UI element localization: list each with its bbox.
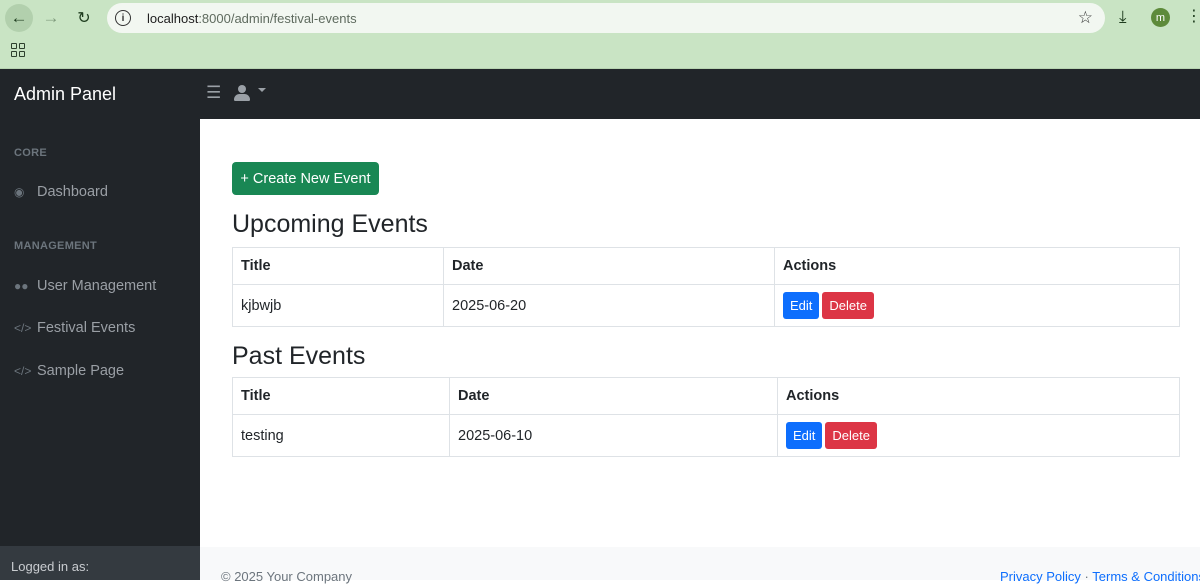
sidebar-item-label: Dashboard: [37, 184, 108, 200]
brand-title[interactable]: Admin Panel: [14, 84, 116, 105]
event-actions-cell: Edit Delete: [774, 284, 1180, 327]
address-bar[interactable]: i localhost:8000/admin/festival-events ☆: [107, 3, 1105, 33]
user-dropdown-caret-icon[interactable]: [258, 88, 266, 92]
sidebar-item-dashboard[interactable]: ◉ Dashboard: [14, 181, 108, 203]
sidebar-item-festival-events[interactable]: </> Festival Events: [14, 317, 135, 339]
table-header-row: Title Date Actions: [232, 377, 1180, 415]
dashboard-icon: ◉: [14, 185, 25, 199]
code-icon: </>: [14, 364, 32, 378]
privacy-policy-link[interactable]: Privacy Policy: [1000, 569, 1081, 584]
sidebar-heading-management: MANAGEMENT: [14, 240, 98, 252]
reload-icon[interactable]: ↻: [70, 4, 98, 32]
sidebar: CORE ◉ Dashboard MANAGEMENT ●● User Mana…: [0, 119, 200, 580]
terms-link[interactable]: Terms & Conditions: [1092, 569, 1200, 584]
edit-button[interactable]: Edit: [786, 422, 823, 449]
upcoming-events-title: Upcoming Events: [232, 210, 428, 238]
page-footer: © 2025 Your Company Privacy Policy · Ter…: [200, 547, 1200, 584]
bookmarks-bar: [0, 35, 1200, 69]
users-icon: ●●: [14, 279, 29, 293]
top-navbar: Admin Panel ☰: [0, 69, 1200, 119]
event-date-cell: 2025-06-20: [443, 284, 775, 327]
footer-links: Privacy Policy · Terms & Conditions: [1000, 569, 1200, 584]
create-event-button[interactable]: + Create New Event: [232, 162, 379, 195]
table-row: testing 2025-06-10 Edit Delete: [232, 414, 1180, 457]
profile-avatar[interactable]: m: [1151, 8, 1170, 27]
sidebar-footer: Logged in as:: [0, 546, 200, 580]
column-header-actions: Actions: [774, 247, 1180, 285]
past-events-table: Title Date Actions testing 2025-06-10 Ed…: [232, 377, 1180, 457]
bookmark-star-icon[interactable]: ☆: [1078, 8, 1093, 28]
footer-separator: ·: [1084, 569, 1089, 584]
sidebar-item-label: Sample Page: [37, 363, 125, 379]
url-text[interactable]: localhost:8000/admin/festival-events: [147, 11, 357, 26]
code-icon: </>: [14, 321, 32, 335]
table-row: kjbwjb 2025-06-20 Edit Delete: [232, 284, 1180, 327]
sidebar-item-label: Festival Events: [37, 320, 136, 336]
site-info-icon[interactable]: i: [115, 10, 131, 26]
forward-arrow-icon[interactable]: →: [37, 4, 65, 32]
sidebar-item-label: User Management: [37, 278, 157, 294]
user-icon[interactable]: [234, 84, 250, 102]
back-arrow-icon[interactable]: ←: [5, 4, 33, 32]
table-header-row: Title Date Actions: [232, 247, 1180, 285]
edit-button[interactable]: Edit: [783, 292, 820, 319]
column-header-date: Date: [449, 377, 778, 415]
event-actions-cell: Edit Delete: [777, 414, 1180, 457]
apps-grid-icon[interactable]: [11, 43, 25, 57]
event-title-cell: testing: [232, 414, 450, 457]
browser-menu-icon[interactable]: ⋮: [1186, 6, 1200, 26]
copyright-text: © 2025 Your Company: [221, 569, 353, 584]
sidebar-item-user-management[interactable]: ●● User Management: [14, 275, 156, 297]
download-icon[interactable]: ⤓: [1119, 7, 1127, 27]
sidebar-toggle-icon[interactable]: ☰: [206, 83, 221, 103]
delete-button[interactable]: Delete: [822, 292, 874, 319]
past-events-title: Past Events: [232, 342, 366, 370]
event-date-cell: 2025-06-10: [449, 414, 778, 457]
event-title-cell: kjbwjb: [232, 284, 444, 327]
column-header-actions: Actions: [777, 377, 1180, 415]
delete-button[interactable]: Delete: [825, 422, 877, 449]
column-header-title: Title: [232, 247, 444, 285]
sidebar-item-sample-page[interactable]: </> Sample Page: [14, 360, 124, 382]
upcoming-events-table: Title Date Actions kjbwjb 2025-06-20 Edi…: [232, 247, 1180, 327]
column-header-date: Date: [443, 247, 775, 285]
browser-toolbar: ← → ↻ i localhost:8000/admin/festival-ev…: [0, 0, 1200, 35]
column-header-title: Title: [232, 377, 450, 415]
sidebar-heading-core: CORE: [14, 147, 47, 159]
